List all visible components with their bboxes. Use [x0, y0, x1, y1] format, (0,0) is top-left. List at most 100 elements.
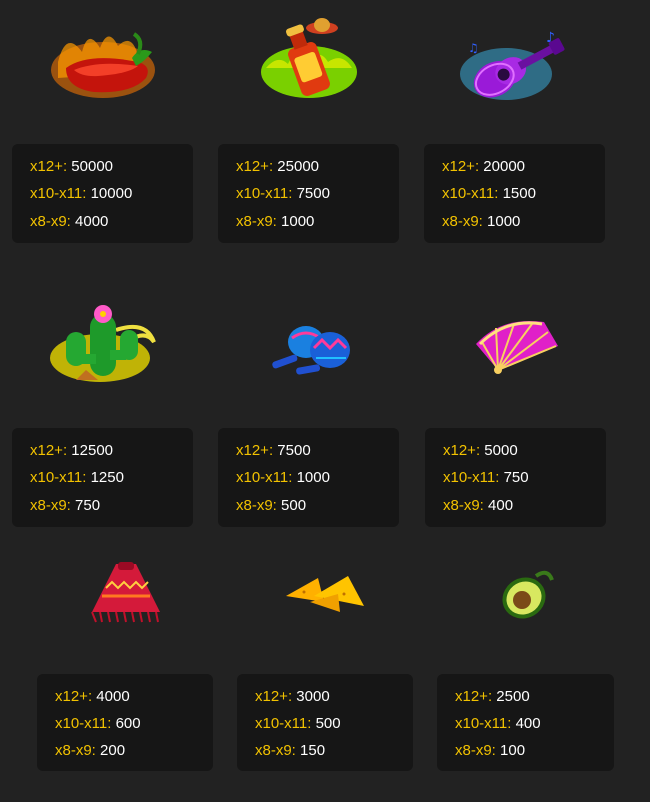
payout-label: x12+: [443, 442, 481, 459]
payout-label: x12+: [30, 158, 68, 175]
paytable-card: x12+: 5000 x10-x11: 750 x8-x9: 400 [425, 428, 606, 527]
avocado-icon [496, 562, 556, 622]
payout-row: x10-x11: 1500 [442, 185, 536, 203]
poncho-icon [90, 560, 162, 626]
payout-value: 25000 [277, 158, 320, 175]
payout-label: x10-x11: [236, 469, 293, 486]
paytable-card: x12+: 2500 x10-x11: 400 x8-x9: 100 [437, 674, 614, 771]
payout-value: 1000 [296, 469, 330, 486]
payout-row: x8-x9: 200 [55, 742, 125, 760]
payout-row: x12+: 7500 [236, 442, 311, 460]
guitar-icon: ♪ ♫ [458, 22, 568, 104]
payout-value: 4000 [96, 688, 130, 705]
payout-value: 1500 [502, 185, 536, 202]
paytable-card: x12+: 7500 x10-x11: 1000 x8-x9: 500 [218, 428, 399, 527]
payout-value: 500 [315, 715, 341, 732]
payout-value: 7500 [296, 185, 330, 202]
payout-label: x8-x9: [255, 742, 296, 759]
payout-value: 7500 [277, 442, 311, 459]
payout-label: x12+: [455, 688, 493, 705]
payout-value: 150 [300, 742, 326, 759]
payout-value: 400 [515, 715, 541, 732]
payout-value: 200 [100, 742, 126, 759]
fan-icon [472, 316, 562, 376]
svg-text:♫: ♫ [468, 41, 479, 55]
payout-label: x12+: [55, 688, 93, 705]
nachos-icon [284, 572, 366, 612]
paytable-card: x12+: 3000 x10-x11: 500 x8-x9: 150 [237, 674, 413, 771]
payout-value: 2500 [496, 688, 530, 705]
payout-row: x10-x11: 400 [455, 715, 541, 733]
payout-row: x12+: 5000 [443, 442, 518, 460]
payout-value: 1000 [487, 213, 521, 230]
paytable-card: x12+: 20000 x10-x11: 1500 x8-x9: 1000 [424, 144, 605, 243]
payout-label: x12+: [236, 158, 274, 175]
payout-label: x8-x9: [236, 213, 277, 230]
payout-label: x8-x9: [55, 742, 96, 759]
paytable-card: x12+: 4000 x10-x11: 600 x8-x9: 200 [37, 674, 213, 771]
payout-label: x10-x11: [30, 469, 87, 486]
payout-label: x10-x11: [455, 715, 512, 732]
payout-label: x10-x11: [55, 715, 112, 732]
payout-row: x10-x11: 10000 [30, 185, 132, 203]
payout-row: x8-x9: 750 [30, 497, 100, 515]
payout-label: x8-x9: [455, 742, 496, 759]
payout-label: x10-x11: [30, 185, 87, 202]
payout-label: x8-x9: [443, 497, 484, 514]
payout-row: x10-x11: 500 [255, 715, 341, 733]
payout-row: x8-x9: 150 [255, 742, 325, 760]
payout-label: x10-x11: [236, 185, 293, 202]
payout-row: x10-x11: 1250 [30, 469, 124, 487]
payout-value: 10000 [90, 185, 133, 202]
tequila-bottle-icon [258, 14, 360, 106]
payout-row: x12+: 50000 [30, 158, 113, 176]
payout-label: x8-x9: [30, 213, 71, 230]
paytable-card: x12+: 50000 x10-x11: 10000 x8-x9: 4000 [12, 144, 193, 243]
payout-value: 500 [281, 497, 307, 514]
payout-value: 1000 [281, 213, 315, 230]
paytable-card: x12+: 12500 x10-x11: 1250 x8-x9: 750 [12, 428, 193, 527]
payout-row: x12+: 25000 [236, 158, 319, 176]
paytable-card: x12+: 25000 x10-x11: 7500 x8-x9: 1000 [218, 144, 399, 243]
payout-row: x12+: 4000 [55, 688, 130, 706]
payout-row: x12+: 12500 [30, 442, 113, 460]
payout-label: x12+: [255, 688, 293, 705]
payout-row: x12+: 20000 [442, 158, 525, 176]
payout-row: x10-x11: 750 [443, 469, 529, 487]
payout-row: x10-x11: 600 [55, 715, 141, 733]
payout-row: x8-x9: 1000 [442, 213, 520, 231]
payout-label: x10-x11: [442, 185, 499, 202]
payout-value: 50000 [71, 158, 114, 175]
payout-row: x10-x11: 1000 [236, 469, 330, 487]
payout-row: x8-x9: 4000 [30, 213, 108, 231]
payout-row: x8-x9: 400 [443, 497, 513, 515]
payout-value: 3000 [296, 688, 330, 705]
payout-row: x8-x9: 1000 [236, 213, 314, 231]
payout-row: x8-x9: 500 [236, 497, 306, 515]
payout-label: x8-x9: [30, 497, 71, 514]
payout-label: x12+: [236, 442, 274, 459]
chili-pepper-icon [48, 22, 158, 100]
payout-value: 750 [75, 497, 101, 514]
payout-label: x8-x9: [442, 213, 483, 230]
payout-value: 750 [503, 469, 529, 486]
payout-value: 4000 [75, 213, 109, 230]
payout-value: 100 [500, 742, 526, 759]
payout-label: x8-x9: [236, 497, 277, 514]
payout-value: 1250 [90, 469, 124, 486]
payout-label: x12+: [442, 158, 480, 175]
payout-row: x12+: 3000 [255, 688, 330, 706]
payout-value: 20000 [483, 158, 526, 175]
payout-row: x12+: 2500 [455, 688, 530, 706]
payout-value: 12500 [71, 442, 114, 459]
payout-label: x10-x11: [443, 469, 500, 486]
maracas-icon [266, 312, 354, 378]
payout-label: x12+: [30, 442, 68, 459]
cactus-icon [46, 300, 160, 388]
payout-row: x10-x11: 7500 [236, 185, 330, 203]
payout-value: 400 [488, 497, 514, 514]
payout-value: 600 [115, 715, 141, 732]
payout-label: x10-x11: [255, 715, 312, 732]
payout-value: 5000 [484, 442, 518, 459]
payout-row: x8-x9: 100 [455, 742, 525, 760]
